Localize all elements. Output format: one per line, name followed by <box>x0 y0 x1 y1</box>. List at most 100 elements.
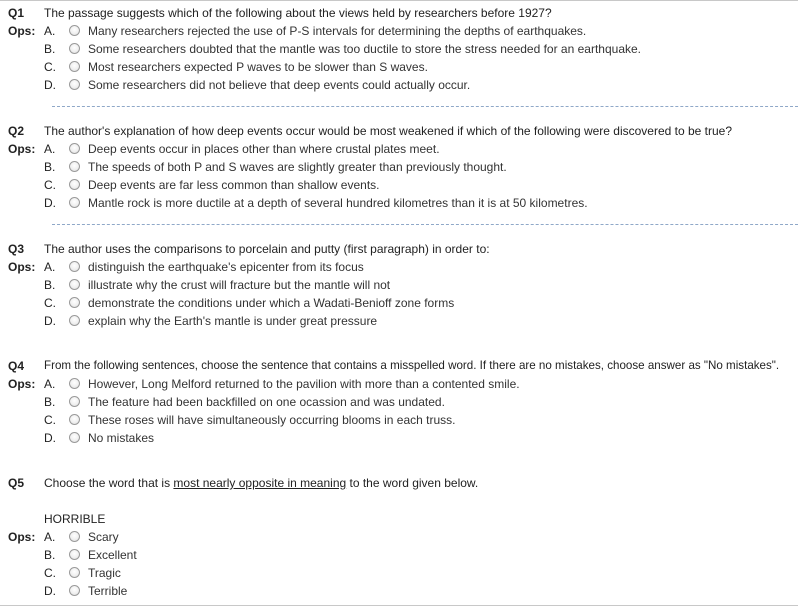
option-letter: D. <box>44 314 56 328</box>
option-letter: A. <box>44 142 56 156</box>
option-text: Terrible <box>88 584 128 598</box>
option-row[interactable]: C. These roses will have simultaneously … <box>0 411 798 429</box>
option-row[interactable]: D. Mantle rock is more ductile at a dept… <box>0 194 798 212</box>
radio-button[interactable] <box>69 179 80 190</box>
option-text: Many researchers rejected the use of P-S… <box>88 24 587 38</box>
option-text: The speeds of both P and S waves are sli… <box>88 160 507 174</box>
option-text: Most researchers expected P waves to be … <box>88 60 428 74</box>
radio-button[interactable] <box>69 531 80 542</box>
option-text: Deep events occur in places other than w… <box>88 142 440 156</box>
question-3-header: Q3 The author uses the comparisons to po… <box>0 240 798 258</box>
option-letter: D. <box>44 196 56 210</box>
ops-label: Ops: <box>8 377 36 391</box>
dashed-separator <box>52 224 798 225</box>
option-row[interactable]: Ops: A. Scary <box>0 528 798 546</box>
question-number: Q1 <box>8 6 25 20</box>
ops-label: Ops: <box>8 260 36 274</box>
question-text-start: Choose the word that is <box>44 476 174 490</box>
question-number: Q4 <box>8 359 25 373</box>
option-text: However, Long Melford returned to the pa… <box>88 377 520 391</box>
question-2-header: Q2 The author's explanation of how deep … <box>0 122 798 140</box>
option-text: Some researchers did not believe that de… <box>88 78 471 92</box>
option-letter: A. <box>44 377 56 391</box>
option-row[interactable]: C. Tragic <box>0 564 798 582</box>
radio-button[interactable] <box>69 197 80 208</box>
radio-button[interactable] <box>69 414 80 425</box>
option-text: Excellent <box>88 548 137 562</box>
option-text: Some researchers doubted that the mantle… <box>88 42 641 56</box>
given-word: HORRIBLE <box>44 512 106 526</box>
radio-button[interactable] <box>69 279 80 290</box>
option-row[interactable]: D. Terrible <box>0 582 798 600</box>
given-word-row: HORRIBLE <box>0 510 798 528</box>
option-row[interactable]: B. Some researchers doubted that the man… <box>0 40 798 58</box>
option-row[interactable]: B. Excellent <box>0 546 798 564</box>
question-text: The author's explanation of how deep eve… <box>44 124 733 138</box>
radio-button[interactable] <box>69 567 80 578</box>
option-row[interactable]: Ops: A. However, Long Melford returned t… <box>0 375 798 393</box>
option-text: explain why the Earth's mantle is under … <box>88 314 378 328</box>
option-row[interactable]: Ops: A. Deep events occur in places othe… <box>0 140 798 158</box>
option-text: illustrate why the crust will fracture b… <box>88 278 391 292</box>
option-row[interactable]: C. Most researchers expected P waves to … <box>0 58 798 76</box>
option-letter: C. <box>44 60 56 74</box>
option-letter: C. <box>44 178 56 192</box>
option-letter: B. <box>44 548 56 562</box>
option-text: Scary <box>88 530 119 544</box>
question-number: Q2 <box>8 124 25 138</box>
question-text: Choose the word that is most nearly oppo… <box>44 474 478 492</box>
radio-button[interactable] <box>69 378 80 389</box>
option-row[interactable]: B. The feature had been backfilled on on… <box>0 393 798 411</box>
question-text-underlined: most nearly opposite in meaning <box>173 476 347 490</box>
radio-button[interactable] <box>69 143 80 154</box>
top-border <box>0 0 798 1</box>
option-letter: A. <box>44 260 56 274</box>
option-letter: D. <box>44 584 56 598</box>
option-row[interactable]: D. explain why the Earth's mantle is und… <box>0 312 798 330</box>
ops-label: Ops: <box>8 24 36 38</box>
radio-button[interactable] <box>69 297 80 308</box>
radio-button[interactable] <box>69 25 80 36</box>
option-row[interactable]: D. No mistakes <box>0 429 798 447</box>
dashed-separator <box>52 106 798 107</box>
radio-button[interactable] <box>69 261 80 272</box>
option-letter: C. <box>44 296 56 310</box>
radio-button[interactable] <box>69 585 80 596</box>
radio-button[interactable] <box>69 432 80 443</box>
radio-button[interactable] <box>69 61 80 72</box>
option-letter: B. <box>44 42 56 56</box>
option-row[interactable]: B. illustrate why the crust will fractur… <box>0 276 798 294</box>
option-letter: A. <box>44 24 56 38</box>
option-text: demonstrate the conditions under which a… <box>88 296 455 310</box>
option-letter: A. <box>44 530 56 544</box>
radio-button[interactable] <box>69 79 80 90</box>
option-letter: B. <box>44 160 56 174</box>
question-1-header: Q1 The passage suggests which of the fol… <box>0 4 798 22</box>
option-row[interactable]: D. Some researchers did not believe that… <box>0 76 798 94</box>
option-text: The feature had been backfilled on one o… <box>88 395 445 409</box>
option-text: No mistakes <box>88 431 155 445</box>
question-number: Q3 <box>8 242 25 256</box>
option-text: Mantle rock is more ductile at a depth o… <box>88 196 588 210</box>
ops-label: Ops: <box>8 530 36 544</box>
option-letter: D. <box>44 431 56 445</box>
option-row[interactable]: C. Deep events are far less common than … <box>0 176 798 194</box>
radio-button[interactable] <box>69 549 80 560</box>
radio-button[interactable] <box>69 161 80 172</box>
question-5-header: Q5 Choose the word that is most nearly o… <box>0 474 798 492</box>
question-4-header: Q4 From the following sentences, choose … <box>0 357 798 375</box>
option-letter: C. <box>44 413 56 427</box>
radio-button[interactable] <box>69 43 80 54</box>
option-row[interactable]: C. demonstrate the conditions under whic… <box>0 294 798 312</box>
option-text: Tragic <box>88 566 121 580</box>
option-text: These roses will have simultaneously occ… <box>88 413 456 427</box>
option-row[interactable]: Ops: A. distinguish the earthquake's epi… <box>0 258 798 276</box>
option-letter: C. <box>44 566 56 580</box>
option-row[interactable]: B. The speeds of both P and S waves are … <box>0 158 798 176</box>
option-row[interactable]: Ops: A. Many researchers rejected the us… <box>0 22 798 40</box>
option-letter: D. <box>44 78 56 92</box>
radio-button[interactable] <box>69 396 80 407</box>
question-text-end: to the word given below. <box>346 476 479 490</box>
question-number: Q5 <box>8 476 25 490</box>
radio-button[interactable] <box>69 315 80 326</box>
